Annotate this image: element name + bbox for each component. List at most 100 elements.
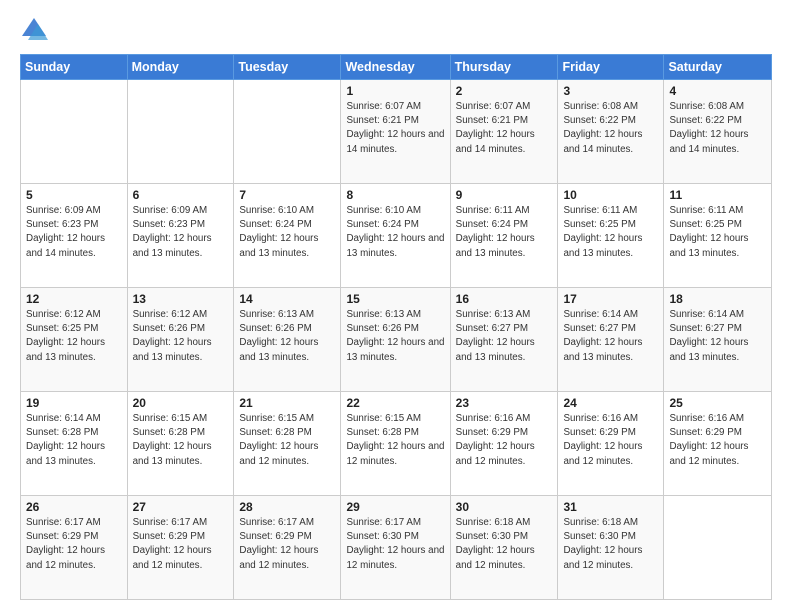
day-number: 15 (346, 292, 444, 306)
day-number: 27 (133, 500, 229, 514)
day-info: Sunrise: 6:09 AMSunset: 6:23 PMDaylight:… (26, 204, 122, 261)
calendar-cell: 1 Sunrise: 6:07 AMSunset: 6:21 PMDaylight… (341, 80, 450, 184)
day-number: 16 (456, 292, 553, 306)
day-number: 8 (346, 188, 444, 202)
calendar-cell: 11Sunrise: 6:11 AMSunset: 6:25 PMDayligh… (664, 184, 772, 288)
calendar-cell: 28 Sunrise: 6:17 AMSunset: 6:29 PMDayligh… (234, 496, 341, 600)
calendar-cell: 10 Sunrise: 6:11 AMSunset: 6:25 PMDayligh… (558, 184, 664, 288)
day-info: Sunrise: 6:15 AMSunset: 6:28 PMDaylight:… (239, 412, 335, 469)
day-header-monday: Monday (127, 55, 234, 80)
day-info: Sunrise: 6:16 AMSunset: 6:29 PMDaylight:… (563, 412, 658, 469)
header-row: SundayMondayTuesdayWednesdayThursdayFrid… (21, 55, 772, 80)
calendar-cell: 19Sunrise: 6:14 AMSunset: 6:28 PMDayligh… (21, 392, 128, 496)
calendar-week-5: 26 Sunrise: 6:17 AMSunset: 6:29 PMDayligh… (21, 496, 772, 600)
day-info: Sunrise: 6:16 AMSunset: 6:29 PMDaylight:… (669, 412, 766, 469)
day-info: Sunrise: 6:07 AMSunset: 6:21 PMDaylight:… (456, 100, 553, 157)
calendar-cell: 27 Sunrise: 6:17 AMSunset: 6:29 PMDayligh… (127, 496, 234, 600)
calendar-cell: 22Sunrise: 6:15 AMSunset: 6:28 PMDayligh… (341, 392, 450, 496)
day-number: 29 (346, 500, 444, 514)
day-number: 1 (346, 84, 444, 98)
calendar-cell: 26 Sunrise: 6:17 AMSunset: 6:29 PMDayligh… (21, 496, 128, 600)
calendar-cell (234, 80, 341, 184)
page: SundayMondayTuesdayWednesdayThursdayFrid… (0, 0, 792, 612)
day-info: Sunrise: 6:11 AMSunset: 6:25 PMDaylight:… (563, 204, 658, 261)
calendar-cell (21, 80, 128, 184)
day-number: 12 (26, 292, 122, 306)
calendar-body: 1 Sunrise: 6:07 AMSunset: 6:21 PMDaylight… (21, 80, 772, 600)
day-number: 9 (456, 188, 553, 202)
day-info: Sunrise: 6:12 AMSunset: 6:25 PMDaylight:… (26, 308, 122, 365)
day-number: 23 (456, 396, 553, 410)
day-number: 14 (239, 292, 335, 306)
calendar-week-3: 12 Sunrise: 6:12 AMSunset: 6:25 PMDayligh… (21, 288, 772, 392)
day-header-friday: Friday (558, 55, 664, 80)
day-number: 2 (456, 84, 553, 98)
day-number: 20 (133, 396, 229, 410)
calendar-cell: 21 Sunrise: 6:15 AMSunset: 6:28 PMDayligh… (234, 392, 341, 496)
logo-icon (20, 16, 48, 44)
day-info: Sunrise: 6:17 AMSunset: 6:29 PMDaylight:… (239, 516, 335, 573)
calendar-cell: 4 Sunrise: 6:08 AMSunset: 6:22 PMDaylight… (664, 80, 772, 184)
day-info: Sunrise: 6:10 AMSunset: 6:24 PMDaylight:… (346, 204, 444, 261)
day-number: 25 (669, 396, 766, 410)
day-number: 18 (669, 292, 766, 306)
day-header-saturday: Saturday (664, 55, 772, 80)
day-info: Sunrise: 6:13 AMSunset: 6:26 PMDaylight:… (239, 308, 335, 365)
calendar-cell: 20 Sunrise: 6:15 AMSunset: 6:28 PMDayligh… (127, 392, 234, 496)
day-number: 10 (563, 188, 658, 202)
day-number: 30 (456, 500, 553, 514)
calendar-header: SundayMondayTuesdayWednesdayThursdayFrid… (21, 55, 772, 80)
calendar-week-1: 1 Sunrise: 6:07 AMSunset: 6:21 PMDaylight… (21, 80, 772, 184)
day-info: Sunrise: 6:11 AMSunset: 6:24 PMDaylight:… (456, 204, 553, 261)
day-info: Sunrise: 6:11 AMSunset: 6:25 PMDaylight:… (669, 204, 766, 261)
calendar-cell: 17Sunrise: 6:14 AMSunset: 6:27 PMDayligh… (558, 288, 664, 392)
day-info: Sunrise: 6:17 AMSunset: 6:29 PMDaylight:… (26, 516, 122, 573)
day-number: 26 (26, 500, 122, 514)
day-info: Sunrise: 6:10 AMSunset: 6:24 PMDaylight:… (239, 204, 335, 261)
day-header-wednesday: Wednesday (341, 55, 450, 80)
calendar-table: SundayMondayTuesdayWednesdayThursdayFrid… (20, 54, 772, 600)
day-info: Sunrise: 6:15 AMSunset: 6:28 PMDaylight:… (133, 412, 229, 469)
day-header-sunday: Sunday (21, 55, 128, 80)
calendar-cell: 14 Sunrise: 6:13 AMSunset: 6:26 PMDayligh… (234, 288, 341, 392)
calendar-cell: 30 Sunrise: 6:18 AMSunset: 6:30 PMDayligh… (450, 496, 558, 600)
day-number: 3 (563, 84, 658, 98)
calendar-cell: 2 Sunrise: 6:07 AMSunset: 6:21 PMDaylight… (450, 80, 558, 184)
calendar-cell: 31 Sunrise: 6:18 AMSunset: 6:30 PMDayligh… (558, 496, 664, 600)
calendar-cell: 29 Sunrise: 6:17 AMSunset: 6:30 PMDayligh… (341, 496, 450, 600)
day-number: 7 (239, 188, 335, 202)
calendar-cell: 7 Sunrise: 6:10 AMSunset: 6:24 PMDaylight… (234, 184, 341, 288)
day-info: Sunrise: 6:07 AMSunset: 6:21 PMDaylight:… (346, 100, 444, 157)
day-info: Sunrise: 6:12 AMSunset: 6:26 PMDaylight:… (133, 308, 229, 365)
day-info: Sunrise: 6:14 AMSunset: 6:28 PMDaylight:… (26, 412, 122, 469)
day-info: Sunrise: 6:17 AMSunset: 6:30 PMDaylight:… (346, 516, 444, 573)
day-number: 21 (239, 396, 335, 410)
day-info: Sunrise: 6:09 AMSunset: 6:23 PMDaylight:… (133, 204, 229, 261)
calendar-cell: 12 Sunrise: 6:12 AMSunset: 6:25 PMDayligh… (21, 288, 128, 392)
calendar-cell: 25 Sunrise: 6:16 AMSunset: 6:29 PMDayligh… (664, 392, 772, 496)
day-info: Sunrise: 6:17 AMSunset: 6:29 PMDaylight:… (133, 516, 229, 573)
day-number: 28 (239, 500, 335, 514)
day-number: 6 (133, 188, 229, 202)
calendar-cell: 23 Sunrise: 6:16 AMSunset: 6:29 PMDayligh… (450, 392, 558, 496)
day-number: 22 (346, 396, 444, 410)
day-number: 13 (133, 292, 229, 306)
calendar-cell: 24Sunrise: 6:16 AMSunset: 6:29 PMDayligh… (558, 392, 664, 496)
day-number: 17 (563, 292, 658, 306)
calendar-cell: 18 Sunrise: 6:14 AMSunset: 6:27 PMDayligh… (664, 288, 772, 392)
day-header-thursday: Thursday (450, 55, 558, 80)
day-info: Sunrise: 6:18 AMSunset: 6:30 PMDaylight:… (563, 516, 658, 573)
logo (20, 16, 52, 44)
calendar-cell (127, 80, 234, 184)
calendar-cell: 9 Sunrise: 6:11 AMSunset: 6:24 PMDaylight… (450, 184, 558, 288)
day-info: Sunrise: 6:08 AMSunset: 6:22 PMDaylight:… (669, 100, 766, 157)
day-info: Sunrise: 6:14 AMSunset: 6:27 PMDaylight:… (669, 308, 766, 365)
calendar-cell: 8 Sunrise: 6:10 AMSunset: 6:24 PMDaylight… (341, 184, 450, 288)
day-info: Sunrise: 6:18 AMSunset: 6:30 PMDaylight:… (456, 516, 553, 573)
day-info: Sunrise: 6:16 AMSunset: 6:29 PMDaylight:… (456, 412, 553, 469)
calendar-cell: 15Sunrise: 6:13 AMSunset: 6:26 PMDayligh… (341, 288, 450, 392)
calendar-cell: 6 Sunrise: 6:09 AMSunset: 6:23 PMDaylight… (127, 184, 234, 288)
day-number: 31 (563, 500, 658, 514)
day-number: 4 (669, 84, 766, 98)
day-header-tuesday: Tuesday (234, 55, 341, 80)
